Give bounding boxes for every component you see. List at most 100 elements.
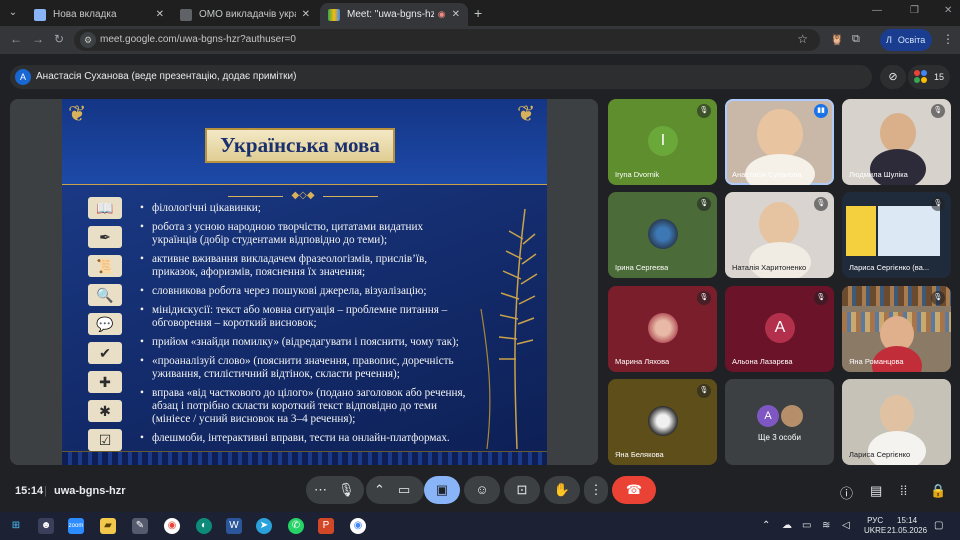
participant-tile[interactable]: I 🎙 Iryna Dvornik <box>608 99 717 185</box>
maximize-icon[interactable]: ❐ <box>910 5 919 16</box>
participant-tile[interactable]: 🎙 Ірина Сергеєва <box>608 192 717 278</box>
app-icon[interactable]: ☻ <box>38 518 54 534</box>
slide-bullet: флешмоби, інтерактивні вправи, тести на … <box>140 432 470 445</box>
slide-bottom-border <box>62 451 547 465</box>
tab-title: Нова вкладка <box>53 9 117 20</box>
chevron-up-icon[interactable]: ⌃ <box>762 520 770 531</box>
cloud-icon[interactable]: ☁ <box>782 520 792 531</box>
powerpoint-icon[interactable]: P <box>318 518 334 534</box>
chrome-menu-icon[interactable]: ⋮ <box>942 32 954 46</box>
more-audio-icon[interactable]: ⋯ <box>314 476 327 504</box>
mic-off-icon: 🎙 <box>697 197 711 211</box>
app-icon[interactable]: ✎ <box>132 518 148 534</box>
participant-count: 15 <box>934 72 945 82</box>
profile-label: Освіта <box>897 35 926 45</box>
chat-icon[interactable]: ▤ <box>870 483 882 499</box>
participant-video <box>880 113 916 153</box>
participant-tile[interactable]: 🎙 Яна Романцова <box>842 286 951 372</box>
participant-tile[interactable]: A 🎙 Альона Лазарєва <box>725 286 834 372</box>
battery-icon[interactable]: ▭ <box>802 520 811 531</box>
back-icon[interactable]: ← <box>10 32 22 46</box>
profile-button[interactable]: Л Освіта <box>880 29 932 51</box>
extension-icon[interactable]: 🦉 <box>830 33 844 46</box>
participant-tile[interactable]: 🎙 Людмила Шуліка <box>842 99 951 185</box>
participant-photo <box>648 406 678 436</box>
raise-hand-button[interactable]: ✋ <box>544 476 580 504</box>
leave-call-button[interactable]: ☎ <box>612 476 656 504</box>
presenter-text: Анастасія Суханова (веде презентацію, до… <box>36 71 297 82</box>
extensions-puzzle-icon[interactable]: ⧉ <box>852 33 860 46</box>
tab-new[interactable]: Нова вкладка ✕ <box>26 3 172 26</box>
language-indicator[interactable]: РУС UKRE <box>864 516 886 536</box>
microphone-button[interactable]: ⋯ 🎙 <box>306 476 364 504</box>
browser-tab-bar: ⌄ Нова вкладка ✕ ОМО викладачів українсь… <box>0 0 960 26</box>
more-avatar-photo <box>781 405 803 427</box>
participant-tile[interactable]: 🎙 Яна Белякова <box>608 379 717 465</box>
close-icon[interactable]: ✕ <box>452 9 460 20</box>
slide-divider: ◆◇◆ <box>228 191 378 201</box>
minimize-icon[interactable]: — <box>872 5 882 16</box>
participant-name: Лариса Сергієнко <box>849 450 911 459</box>
system-clock[interactable]: 15:14 21.05.2026 <box>887 516 927 536</box>
volume-icon[interactable]: ◁ <box>842 520 850 531</box>
participant-tile[interactable]: ▮▮ Анастасія Суханова <box>725 99 834 185</box>
checklist-icon: ☑ <box>88 429 122 451</box>
edge-icon[interactable]: ◐ <box>196 518 212 534</box>
participant-name: Iryna Dvornik <box>615 170 660 179</box>
speaking-icon: ▮▮ <box>814 104 828 118</box>
wifi-icon[interactable]: ≋ <box>822 520 830 531</box>
close-icon[interactable]: ✕ <box>156 9 164 20</box>
tab-omo[interactable]: ОМО викладачів української м ✕ <box>172 3 318 26</box>
browser-toolbar: ← → ↻ ⚙ meet.google.com/uwa-bgns-hzr?aut… <box>0 26 960 54</box>
participant-tile[interactable]: 🎙 Наталія Харитоненко <box>725 192 834 278</box>
more-options-button[interactable]: ⋮ <box>584 476 608 504</box>
meeting-code: uwa-bgns-hzr <box>54 485 126 497</box>
host-controls-icon[interactable]: 🔒 <box>930 483 946 499</box>
word-icon[interactable]: W <box>226 518 242 534</box>
chrome-icon[interactable]: ◉ <box>164 518 180 534</box>
bookmark-star-icon[interactable]: ☆ <box>797 32 808 46</box>
page-icon <box>180 8 192 21</box>
participant-tile[interactable]: 🎙 Марина Ляхова <box>608 286 717 372</box>
file-explorer-icon[interactable]: ▰ <box>100 518 116 534</box>
captions-button[interactable]: ⊡ <box>504 476 540 504</box>
reload-icon[interactable]: ↻ <box>54 32 64 46</box>
people-button[interactable]: 15 <box>908 65 950 89</box>
whatsapp-icon[interactable]: ✆ <box>288 518 304 534</box>
meeting-controls-bar: 15:14 | uwa-bgns-hzr ⋯ 🎙 ⌃ ▭ ▣ ☺ ⊡ ✋ ⋮ ☎… <box>0 468 960 512</box>
lang-bottom: UKRE <box>864 526 887 535</box>
chrome-profile-icon[interactable]: ◉ <box>350 518 366 534</box>
activities-icon[interactable]: ⁞⁞ <box>900 483 907 498</box>
scroll-icon: 📜 <box>88 255 122 277</box>
lang-top: РУС <box>867 516 884 525</box>
chevron-up-icon[interactable]: ⌃ <box>374 476 385 504</box>
new-tab-icon[interactable]: + <box>474 5 482 21</box>
participant-tile[interactable]: 🎙 Лариса Сергієнко (ва... <box>842 192 951 278</box>
participant-video <box>880 395 914 433</box>
close-icon[interactable]: ✕ <box>302 9 310 20</box>
close-window-icon[interactable]: ✕ <box>944 5 952 16</box>
shared-screen-preview <box>878 206 940 256</box>
camera-button[interactable]: ⌃ ▭ <box>366 476 424 504</box>
forward-icon[interactable]: → <box>32 32 44 46</box>
telegram-icon[interactable]: ➤ <box>256 518 272 534</box>
emoji-button[interactable]: ☺ <box>464 476 500 504</box>
presenter-avatar: А <box>15 69 31 85</box>
windows-start-icon[interactable]: ⊞ <box>8 518 24 534</box>
tab-search-icon[interactable]: ⌄ <box>4 4 22 22</box>
participant-tile[interactable]: Лариса Сергієнко <box>842 379 951 465</box>
present-button[interactable]: ▣ <box>424 476 460 504</box>
windows-taskbar: ⊞ ☻ zoom ▰ ✎ ◉ ◐ W ➤ ✆ P ◉ ⌃ ☁ ▭ ≋ ◁ РУС… <box>0 512 960 540</box>
address-bar[interactable]: ⚙ meet.google.com/uwa-bgns-hzr?authuser=… <box>74 29 820 51</box>
info-icon[interactable]: ⓘ <box>840 483 853 502</box>
notifications-icon[interactable]: ▢ <box>934 520 943 531</box>
more-participants-tile[interactable]: A Ще 3 особи <box>725 379 834 465</box>
puzzle-icon: ✚ <box>88 371 122 393</box>
slide-bullet: робота з усною народною творчістю, цитат… <box>140 221 470 247</box>
tab-meet[interactable]: Meet: "uwa-bgns-hzr" ◉ ✕ <box>320 3 468 26</box>
zoom-icon[interactable]: zoom <box>68 518 84 534</box>
participant-avatar: I <box>648 126 678 156</box>
hide-self-view-icon[interactable]: ⊘ <box>880 65 906 89</box>
participant-video <box>759 202 799 246</box>
site-info-icon[interactable]: ⚙ <box>80 32 96 48</box>
